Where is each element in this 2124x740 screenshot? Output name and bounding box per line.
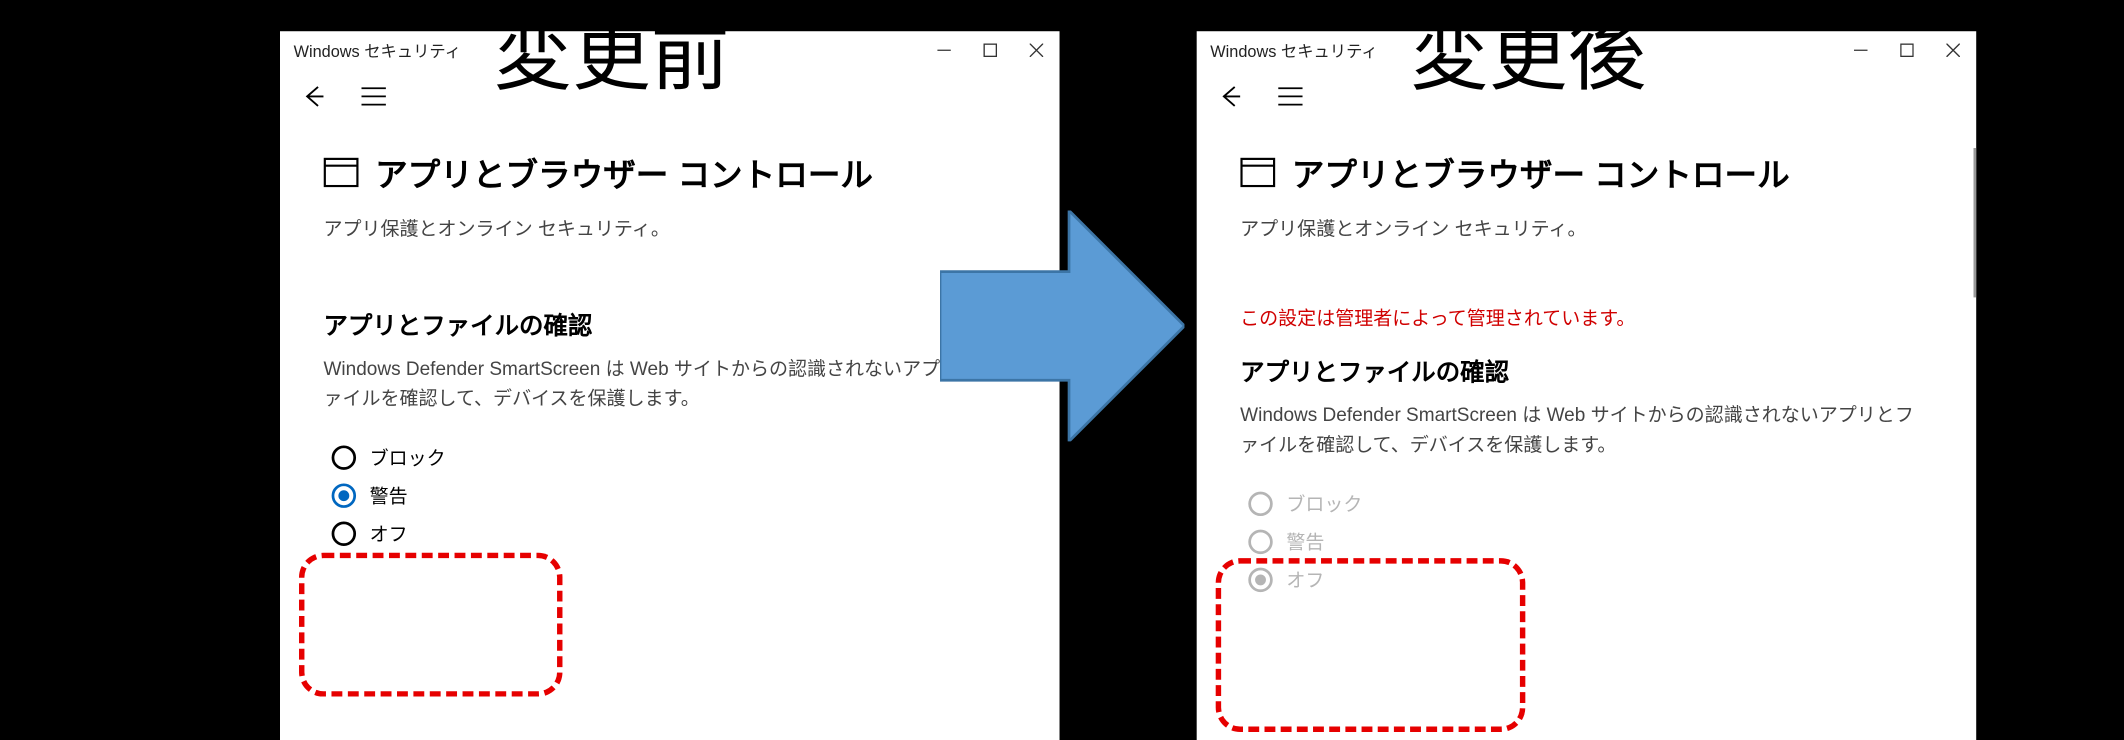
radio-icon [332,445,356,469]
section-title: アプリとファイルの確認 [323,307,1016,342]
back-button[interactable] [299,81,329,111]
hamburger-icon [1278,87,1302,106]
minimize-icon [937,43,951,57]
radio-label: オフ [370,520,408,547]
back-arrow-icon [302,84,326,108]
page-title: アプリとブラウザー コントロール [1292,148,1790,196]
section-description: Windows Defender SmartScreen は Web サイトから… [323,353,1016,414]
page-subtitle: アプリ保護とオンライン セキュリティ。 [1240,215,1933,242]
radio-option-block[interactable]: ブロック [332,438,1016,476]
radio-option-off[interactable]: オフ [332,514,1016,552]
maximize-icon [1900,43,1914,57]
transition-arrow-icon [940,210,1184,441]
radio-icon [1248,491,1272,515]
window-title: Windows セキュリティ [294,39,461,62]
radio-label: ブロック [1286,490,1362,517]
minimize-button[interactable] [921,31,967,69]
window-after: Windows セキュリティ [1197,31,1977,740]
page-title: アプリとブラウザー コントロール [375,148,873,196]
admin-managed-notice: この設定は管理者によって管理されています。 [1240,304,1933,331]
radio-icon [332,521,356,545]
maximize-icon [983,43,997,57]
hamburger-icon [361,87,385,106]
radio-icon [1248,529,1272,553]
smartscreen-radio-group: ブロック 警告 オフ [323,438,1016,552]
radio-icon [332,483,356,507]
menu-button[interactable] [359,81,389,111]
radio-label: オフ [1286,566,1324,593]
menu-button[interactable] [1275,81,1305,111]
app-browser-icon [1240,157,1275,187]
radio-option-warn[interactable]: 警告 [332,476,1016,514]
window-title: Windows セキュリティ [1210,39,1377,62]
annotation-highlight [299,553,562,697]
smartscreen-radio-group: ブロック 警告 オフ [1240,485,1933,599]
radio-option-warn: 警告 [1248,523,1932,561]
radio-option-off: オフ [1248,561,1932,599]
titlebar: Windows セキュリティ [1197,31,1977,69]
close-button[interactable] [1930,31,1976,69]
titlebar: Windows セキュリティ [280,31,1060,69]
close-icon [1946,43,1960,57]
radio-label: 警告 [1286,528,1324,555]
close-icon [1030,43,1044,57]
radio-label: ブロック [370,444,446,471]
back-arrow-icon [1218,84,1242,108]
section-title: アプリとファイルの確認 [1240,353,1933,388]
radio-option-block: ブロック [1248,485,1932,523]
minimize-button[interactable] [1838,31,1884,69]
maximize-button[interactable] [1884,31,1930,69]
app-browser-icon [323,157,358,187]
maximize-button[interactable] [967,31,1013,69]
close-button[interactable] [1013,31,1059,69]
radio-icon [1248,567,1272,591]
section-description: Windows Defender SmartScreen は Web サイトから… [1240,399,1933,460]
page-subtitle: アプリ保護とオンライン セキュリティ。 [323,215,1016,242]
radio-label: 警告 [370,482,408,509]
back-button[interactable] [1216,81,1246,111]
minimize-icon [1854,43,1868,57]
